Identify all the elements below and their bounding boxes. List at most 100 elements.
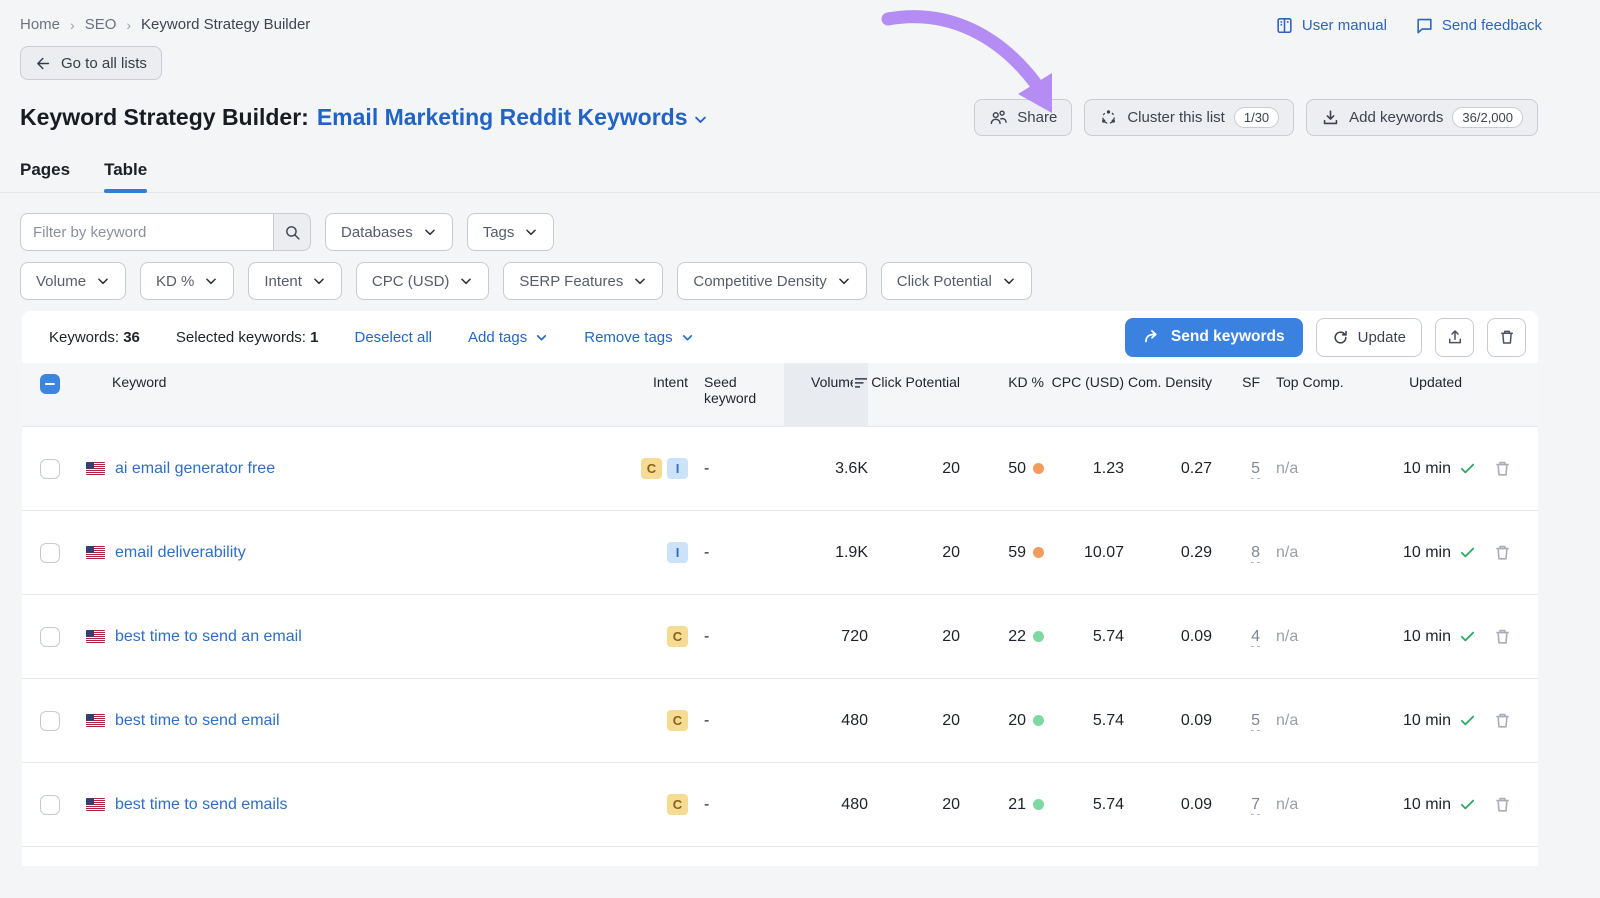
header-com-density[interactable]: Com. Density: [1124, 374, 1212, 390]
row-delete-button[interactable]: [1493, 711, 1512, 730]
deselect-all-link[interactable]: Deselect all: [354, 329, 432, 346]
keyword-filter-search-button[interactable]: [273, 213, 311, 251]
intent-badges: C: [604, 626, 688, 647]
trash-icon: [1493, 459, 1512, 478]
filter-dropdown[interactable]: Volume: [20, 262, 126, 300]
volume-cell: 480: [784, 796, 868, 814]
go-to-all-lists-label: Go to all lists: [61, 55, 147, 72]
kd-difficulty-dot: [1033, 715, 1044, 726]
seed-keyword-cell: -: [688, 628, 784, 646]
remove-tags-dropdown[interactable]: Remove tags: [584, 329, 693, 346]
row-checkbox[interactable]: [40, 711, 60, 731]
add-tags-dropdown[interactable]: Add tags: [468, 329, 548, 346]
user-manual-label: User manual: [1302, 17, 1387, 34]
header-sf[interactable]: SF: [1212, 374, 1260, 390]
sf-count-link[interactable]: 8: [1251, 544, 1260, 563]
intent-badges: C: [604, 794, 688, 815]
header-updated[interactable]: Updated: [1344, 374, 1476, 390]
page-header: Home › SEO › Keyword Strategy Builder › …: [0, 0, 1600, 136]
chevron-down-icon: [459, 274, 473, 288]
share-label: Share: [1017, 109, 1057, 126]
sf-count-link[interactable]: 5: [1251, 712, 1260, 731]
filter-dropdown[interactable]: Databases: [325, 213, 453, 251]
keyword-link[interactable]: best time to send email: [115, 712, 280, 730]
tab[interactable]: Table: [104, 160, 147, 192]
filter-dropdown[interactable]: Intent: [248, 262, 342, 300]
sf-count-link[interactable]: 7: [1251, 796, 1260, 815]
header-volume-sorted[interactable]: Volume: [784, 363, 868, 427]
filter-dropdown[interactable]: KD %: [140, 262, 234, 300]
tab[interactable]: Pages: [20, 160, 70, 192]
filter-dropdown-label: CPC (USD): [372, 273, 450, 290]
keywords-limit-badge: 36/2,000: [1452, 107, 1523, 128]
filter-dropdowns-row1: Databases Tags: [325, 213, 554, 251]
intent-badge[interactable]: C: [667, 710, 688, 731]
go-to-all-lists-button[interactable]: Go to all lists: [20, 46, 162, 80]
sf-count-link[interactable]: 4: [1251, 628, 1260, 647]
row-delete-button[interactable]: [1493, 459, 1512, 478]
share-button[interactable]: Share: [974, 99, 1072, 136]
row-delete-button[interactable]: [1493, 543, 1512, 562]
row-checkbox[interactable]: [40, 543, 60, 563]
breadcrumb-label[interactable]: Keyword Strategy Builder: [141, 16, 310, 33]
filter-dropdown[interactable]: Tags: [467, 213, 555, 251]
intent-badge[interactable]: C: [667, 794, 688, 815]
add-keywords-button[interactable]: Add keywords 36/2,000: [1306, 99, 1538, 136]
row-checkbox[interactable]: [40, 795, 60, 815]
row-checkbox[interactable]: [40, 459, 60, 479]
breadcrumb-item[interactable]: Home ›: [20, 16, 85, 33]
com-density-cell: 0.29: [1124, 544, 1212, 562]
row-delete-button[interactable]: [1493, 795, 1512, 814]
keyword-link[interactable]: ai email generator free: [115, 460, 275, 478]
breadcrumb-label[interactable]: Home: [20, 16, 60, 33]
cluster-this-list-button[interactable]: Cluster this list 1/30: [1084, 99, 1294, 136]
sf-cell: 5: [1212, 712, 1260, 730]
top-links: User manual Send feedback: [1275, 16, 1542, 35]
keyword-link[interactable]: best time to send emails: [115, 796, 288, 814]
row-checkbox[interactable]: [40, 627, 60, 647]
header-kd[interactable]: KD %: [960, 374, 1044, 390]
table-row: ai email generator free C I - 3.6K 20 50: [22, 427, 1538, 511]
filter-dropdown[interactable]: CPC (USD): [356, 262, 490, 300]
header-cpc[interactable]: CPC (USD): [1044, 374, 1124, 390]
page-title: Keyword Strategy Builder: Email Marketin…: [20, 104, 708, 131]
send-feedback-link[interactable]: Send feedback: [1415, 16, 1542, 35]
header-intent[interactable]: Intent: [604, 374, 688, 390]
sf-count-link[interactable]: 5: [1251, 460, 1260, 479]
intent-badge[interactable]: C: [641, 458, 662, 479]
header-keyword[interactable]: Keyword: [86, 374, 604, 390]
remove-tags-label: Remove tags: [584, 329, 672, 346]
list-name-dropdown[interactable]: Email Marketing Reddit Keywords: [317, 104, 709, 131]
keyword-link[interactable]: email deliverability: [115, 544, 246, 562]
row-delete-button[interactable]: [1493, 627, 1512, 646]
top-comp-cell: n/a: [1260, 460, 1344, 478]
breadcrumb-item[interactable]: Keyword Strategy Builder ›: [141, 16, 310, 33]
user-manual-link[interactable]: User manual: [1275, 16, 1387, 35]
tab-label: Table: [104, 160, 147, 179]
header-top-comp[interactable]: Top Comp.: [1260, 374, 1344, 390]
export-button[interactable]: [1435, 318, 1474, 357]
filter-dropdown[interactable]: Click Potential: [881, 262, 1032, 300]
header-click-potential[interactable]: Click Potential: [868, 374, 960, 390]
update-button[interactable]: Update: [1316, 318, 1422, 357]
table-header-row: Keyword Intent Seed keyword Volume Click…: [22, 363, 1538, 427]
select-all-checkbox[interactable]: [40, 374, 60, 394]
intent-badge[interactable]: I: [667, 542, 688, 563]
filter-dropdown[interactable]: Competitive Density: [677, 262, 866, 300]
kd-difficulty-dot: [1033, 631, 1044, 642]
intent-badge[interactable]: C: [667, 626, 688, 647]
header-seed-keyword[interactable]: Seed keyword: [688, 374, 784, 406]
delete-list-button[interactable]: [1487, 318, 1526, 357]
send-keywords-button[interactable]: Send keywords: [1125, 318, 1303, 357]
us-flag-icon: [86, 714, 105, 727]
keyword-filter-input[interactable]: [20, 213, 273, 251]
breadcrumb-label[interactable]: SEO: [85, 16, 117, 33]
keyword-link[interactable]: best time to send an email: [115, 628, 302, 646]
check-icon: [1459, 460, 1476, 477]
filter-dropdown[interactable]: SERP Features: [503, 262, 663, 300]
send-keywords-label: Send keywords: [1171, 328, 1285, 346]
breadcrumb-item[interactable]: SEO ›: [85, 16, 141, 33]
intent-badge[interactable]: I: [667, 458, 688, 479]
click-potential-cell: 20: [868, 628, 960, 646]
share-users-icon: [989, 108, 1008, 127]
